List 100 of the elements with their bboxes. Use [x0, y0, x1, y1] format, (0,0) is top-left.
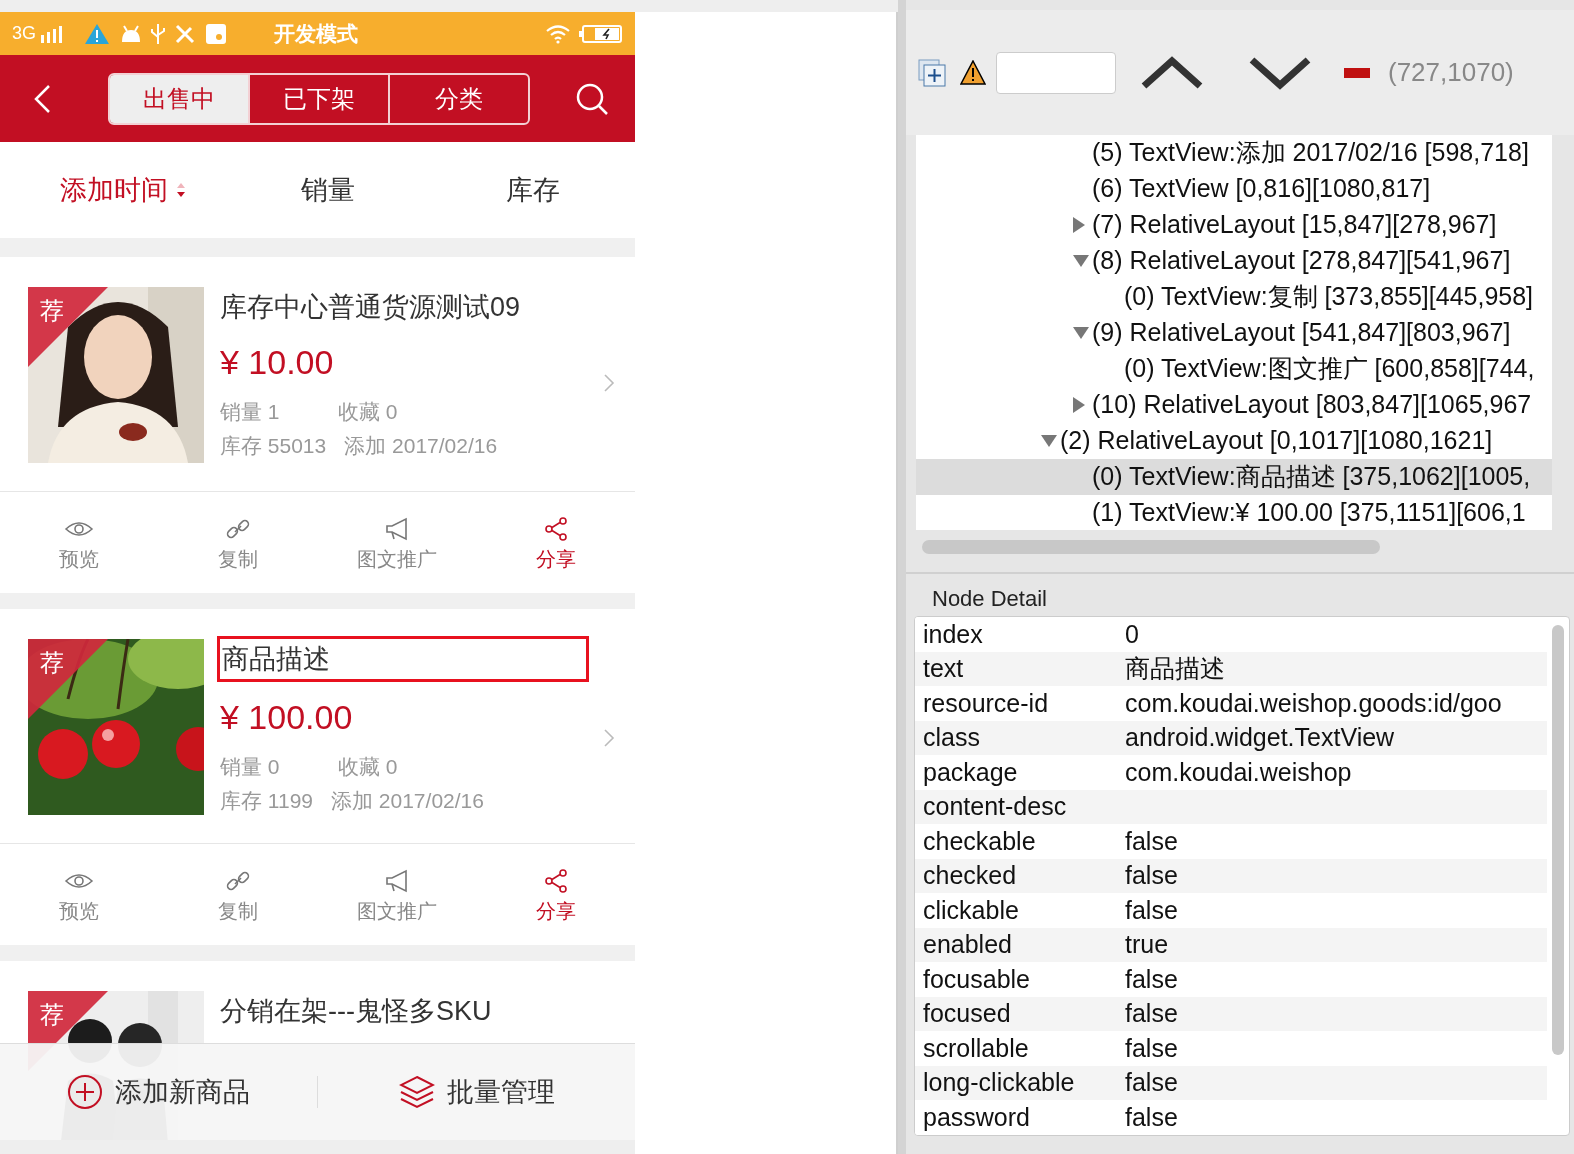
property-name: focusable — [922, 963, 1032, 995]
badge-text: 荐 — [40, 296, 64, 326]
stock-count: 库存 1199 — [220, 788, 313, 814]
tree-node[interactable]: (8) RelativeLayout [278,847][541,967] — [916, 243, 1552, 279]
product-price: ¥ 100.00 — [220, 697, 354, 738]
sort-tab[interactable]: 添加时间 — [20, 169, 225, 211]
product-title: 分销在架---鬼怪多SKU — [220, 995, 492, 1028]
property-name: content-desc — [922, 791, 1068, 822]
product-title: 库存中心普通货源测试09 — [220, 291, 521, 324]
action-button[interactable]: 分享 — [476, 863, 635, 926]
property-value: false — [1125, 963, 1178, 995]
minus-icon[interactable] — [1344, 67, 1370, 78]
added-date: 添加 2017/02/16 — [331, 788, 484, 814]
tree-node[interactable]: (2) RelativeLayout [0,1017][1080,1621] — [916, 423, 1552, 459]
expanded-arrow-icon[interactable] — [1072, 326, 1090, 340]
node-label: (2) RelativeLayout [0,1017][1080,1621] — [1060, 425, 1493, 457]
tree-node[interactable]: (0) TextView:复制 [373,855][445,958] — [916, 279, 1552, 315]
node-label: (5) TextView:添加 2017/02/16 [598,718] — [1092, 137, 1529, 169]
property-value: com.koudai.weishop.goods:id/goo — [1125, 687, 1502, 719]
expand-all-icon[interactable] — [918, 58, 946, 87]
expanded-arrow-icon[interactable] — [1040, 434, 1058, 448]
bottom-action-button[interactable]: 添加新商品 — [0, 1071, 317, 1113]
badge-text: 荐 — [40, 648, 64, 678]
action-button[interactable]: 图文推广 — [317, 511, 477, 574]
signal-icon — [40, 24, 64, 43]
property-name: checked — [922, 860, 1018, 891]
property-value: true — [1125, 929, 1169, 960]
plus-circle-icon — [67, 1074, 103, 1110]
tree-node[interactable]: (1) TextView:¥ 100.00 [375,1151][606,1 — [916, 495, 1552, 530]
property-value: 0 — [1125, 618, 1139, 650]
property-name: password — [922, 1101, 1031, 1133]
battery-icon — [579, 23, 623, 44]
bottom-action-button[interactable]: 批量管理 — [318, 1071, 635, 1113]
property-name: long-clickable — [922, 1067, 1076, 1098]
property-name: clickable — [922, 894, 1020, 926]
network-type: 3G — [12, 22, 36, 45]
tree-node[interactable]: (6) TextView [0,816][1080,817] — [916, 171, 1552, 207]
warning-icon[interactable] — [960, 59, 986, 86]
property-name: resource-id — [922, 687, 1050, 719]
sort-tab[interactable]: 销量 — [225, 169, 430, 211]
property-value: false — [1125, 998, 1178, 1029]
node-label: (6) TextView [0,816][1080,817] — [1092, 173, 1431, 205]
sort-icon — [175, 181, 186, 199]
collapsed-arrow-icon[interactable] — [1072, 396, 1086, 414]
property-name: text — [922, 653, 965, 684]
badge-text: 荐 — [40, 1000, 64, 1030]
tree-node[interactable]: (9) RelativeLayout [541,847][803,967] — [916, 315, 1552, 351]
property-value: com.koudai.weishop — [1125, 756, 1352, 788]
android-icon — [120, 23, 142, 44]
node-label: (9) RelativeLayout [541,847][803,967] — [1092, 317, 1511, 349]
segment-tab[interactable]: 出售中 — [110, 74, 248, 123]
segment-tab[interactable]: 已下架 — [248, 74, 388, 123]
status-title: 开发模式 — [274, 20, 358, 47]
property-value: false — [1125, 825, 1178, 857]
action-button[interactable]: 复制 — [158, 511, 318, 574]
property-name: focused — [922, 998, 1012, 1029]
expanded-arrow-icon[interactable] — [1072, 254, 1090, 268]
segment-tab[interactable]: 分类 — [388, 74, 528, 123]
search-field[interactable] — [996, 51, 1116, 94]
stock-count: 库存 55013 — [220, 433, 327, 459]
node-label: (1) TextView:¥ 100.00 [375,1151][606,1 — [1092, 497, 1526, 529]
property-value: false — [1125, 1032, 1178, 1064]
favorites-count: 收藏 0 — [338, 399, 398, 425]
action-button[interactable]: 复制 — [158, 863, 318, 926]
sales-count: 销量 1 — [220, 399, 281, 425]
sort-tab[interactable]: 库存 — [430, 169, 635, 211]
property-value: android.widget.TextView — [1125, 722, 1395, 753]
horizontal-scrollbar[interactable] — [922, 540, 1380, 554]
sales-count: 销量 0 — [220, 754, 281, 780]
chevron-down-icon[interactable] — [1248, 55, 1312, 90]
node-label: (8) RelativeLayout [278,847][541,967] — [1092, 245, 1511, 277]
chevron-up-icon[interactable] — [1140, 55, 1204, 90]
action-button[interactable]: 预览 — [0, 863, 159, 926]
vertical-scrollbar[interactable] — [1552, 625, 1564, 1055]
property-name: class — [922, 722, 981, 753]
back-icon[interactable] — [32, 83, 52, 114]
action-button[interactable]: 预览 — [0, 511, 159, 574]
property-name: index — [922, 618, 984, 650]
app-icon — [206, 23, 226, 44]
property-name: enabled — [922, 929, 1013, 960]
property-name: scrollable — [922, 1032, 1030, 1064]
coordinates-text: (727,1070) — [1388, 56, 1514, 89]
action-button[interactable]: 图文推广 — [317, 863, 477, 926]
tree-node[interactable]: (5) TextView:添加 2017/02/16 [598,718] — [916, 135, 1552, 171]
collapsed-arrow-icon[interactable] — [1072, 216, 1086, 234]
node-label: (0) TextView:图文推广 [600,858][744, — [1124, 353, 1535, 385]
wifi-icon — [545, 23, 571, 44]
tree-node[interactable]: (7) RelativeLayout [15,847][278,967] — [916, 207, 1552, 243]
search-icon[interactable] — [575, 81, 609, 116]
product-title: 商品描述 — [217, 636, 589, 682]
action-button[interactable]: 分享 — [476, 511, 635, 574]
warning-icon — [84, 22, 110, 45]
tree-node[interactable]: (0) TextView:商品描述 [375,1062][1005, — [916, 459, 1552, 495]
tools-icon — [174, 22, 196, 45]
tree-node[interactable]: (10) RelativeLayout [803,847][1065,967 — [916, 387, 1552, 423]
layers-icon — [398, 1075, 435, 1109]
node-label: (7) RelativeLayout [15,847][278,967] — [1092, 209, 1497, 241]
tree-node[interactable]: (0) TextView:图文推广 [600,858][744, — [916, 351, 1552, 387]
favorites-count: 收藏 0 — [338, 754, 398, 780]
property-value: false — [1125, 860, 1178, 891]
